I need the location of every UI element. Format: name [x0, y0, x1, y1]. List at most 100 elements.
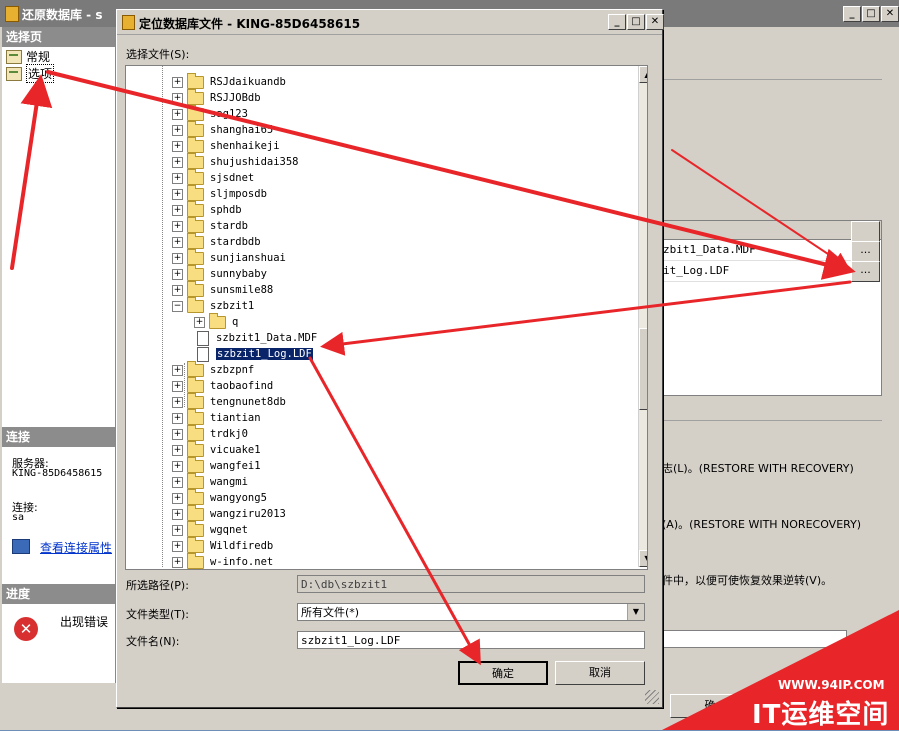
tree-item-label: wangfei1	[210, 460, 261, 472]
close-button[interactable]: ✕	[881, 6, 899, 22]
expand-icon[interactable]: +	[172, 412, 183, 424]
page-item-options[interactable]: 选项	[6, 64, 55, 83]
database-icon	[122, 15, 135, 30]
tree-item-label: stardbdb	[210, 236, 261, 248]
dialog-minimize-button[interactable]: _	[608, 14, 626, 30]
expand-icon[interactable]: +	[172, 204, 183, 216]
database-icon	[5, 6, 19, 22]
tree-item-label: q	[232, 316, 239, 328]
dialog-titlebar[interactable]: 定位数据库文件 - KING-85D6458615 _ □ ✕	[117, 10, 664, 35]
expand-icon[interactable]: +	[172, 236, 183, 248]
restore-window-controls: _ □ ✕	[843, 6, 899, 22]
expand-icon[interactable]: +	[172, 220, 183, 232]
folder-icon	[187, 120, 204, 137]
tree-item-label: sunjianshuai	[210, 252, 286, 264]
expand-icon[interactable]: +	[172, 476, 183, 488]
tree-folder[interactable]: + wgqnet	[172, 520, 248, 538]
tree-folder[interactable]: + sjsdnet	[172, 168, 254, 186]
expand-icon[interactable]: +	[172, 460, 183, 472]
expand-icon[interactable]: +	[172, 364, 183, 376]
expand-icon[interactable]: +	[172, 252, 183, 264]
expand-icon[interactable]: +	[172, 524, 183, 536]
expand-icon[interactable]: +	[172, 124, 183, 136]
expand-icon[interactable]: +	[172, 540, 183, 552]
tree-folder[interactable]: + wangmi	[172, 472, 248, 490]
expand-icon[interactable]: +	[172, 156, 183, 168]
selected-path-label: 所选路径(P):	[126, 579, 189, 592]
tree-item-label: sljmposdb	[210, 188, 267, 200]
file-type-select[interactable]: 所有文件(*) ▼	[297, 603, 645, 621]
expand-icon[interactable]: +	[172, 556, 183, 568]
tree-file[interactable]: szbzit1_Log.LDF	[194, 346, 313, 362]
expand-icon[interactable]: +	[172, 108, 183, 120]
tree-folder[interactable]: + stardb	[172, 216, 248, 234]
expand-icon[interactable]: +	[172, 444, 183, 456]
folder-icon	[187, 264, 204, 281]
expand-icon[interactable]: +	[172, 76, 183, 88]
folder-icon	[187, 104, 204, 121]
tree-folder[interactable]: + trdkj0	[172, 424, 248, 442]
browse-log-file-button[interactable]: ...	[851, 261, 880, 282]
expand-icon[interactable]: +	[172, 92, 183, 104]
tree-item-label: shujushidai358	[210, 156, 299, 168]
scroll-thumb[interactable]	[639, 328, 647, 410]
view-connection-properties-link[interactable]: 查看连接属性	[40, 539, 112, 556]
resize-grip-icon[interactable]	[645, 690, 659, 704]
folder-icon	[187, 136, 204, 153]
tree-folder[interactable]: + wangfei1	[172, 456, 261, 474]
folder-icon	[187, 552, 204, 569]
tree-folder[interactable]: + q	[194, 312, 239, 330]
expand-icon[interactable]: +	[172, 268, 183, 280]
grid-row[interactable]: zbit1_Data.MDF	[661, 240, 853, 261]
expand-icon[interactable]: +	[172, 428, 183, 440]
separator	[660, 79, 882, 80]
scroll-down-button[interactable]: ▼	[639, 550, 647, 567]
locate-database-files-dialog: 定位数据库文件 - KING-85D6458615 _ □ ✕ 选择文件(S):…	[116, 9, 664, 708]
ok-button[interactable]: 确定	[458, 661, 548, 685]
dialog-maximize-button[interactable]: □	[627, 14, 645, 30]
chevron-down-icon[interactable]: ▼	[627, 604, 644, 620]
dialog-close-button[interactable]: ✕	[646, 14, 664, 30]
cancel-button[interactable]: 取消	[555, 661, 645, 685]
folder-icon	[209, 312, 226, 329]
expand-icon[interactable]: +	[172, 188, 183, 200]
expand-icon[interactable]: +	[172, 172, 183, 184]
expand-icon[interactable]: +	[172, 140, 183, 152]
tree-folder[interactable]: + w-info.net	[172, 552, 273, 569]
dialog-title: 定位数据库文件 - KING-85D6458615	[139, 17, 361, 31]
tree-folder[interactable]: + stardbdb	[172, 232, 261, 250]
expand-icon[interactable]: +	[172, 508, 183, 520]
tree-scrollbar[interactable]: ▲ ▼	[638, 66, 647, 567]
expand-icon[interactable]: +	[172, 380, 183, 392]
tree-folder[interactable]: + sag123	[172, 104, 248, 122]
tree-folder[interactable]: + vicuake1	[172, 440, 261, 458]
minimize-button[interactable]: _	[843, 6, 861, 22]
tree-folder[interactable]: + RSJJOBdb	[172, 88, 261, 106]
scroll-up-button[interactable]: ▲	[639, 66, 647, 83]
folder-icon	[187, 504, 204, 521]
page-item-general[interactable]: 常规	[6, 48, 50, 65]
tree-guide-line	[162, 66, 163, 567]
restore-files-grid: zbit1_Data.MDF it_Log.LDF	[660, 220, 882, 396]
tree-file[interactable]: szbzit1_Data.MDF	[194, 330, 317, 346]
connection-properties-icon	[12, 539, 30, 554]
tree-folder[interactable]: + szbzpnf	[172, 360, 254, 378]
expand-icon[interactable]: +	[172, 492, 183, 504]
file-tree[interactable]: + RSJdaikuandb + RSJJOBdb + sag123 + shanghai65…	[125, 65, 648, 570]
expand-icon[interactable]: +	[194, 316, 205, 328]
collapse-icon[interactable]: −	[172, 300, 183, 312]
tree-folder[interactable]: + tiantian	[172, 408, 261, 426]
maximize-button[interactable]: □	[862, 6, 880, 22]
file-name-input[interactable]: szbzit1_Log.LDF	[297, 631, 645, 649]
tree-item-label: RSJdaikuandb	[210, 76, 286, 88]
tree-item-label: stardb	[210, 220, 248, 232]
tree-folder[interactable]: + sphdb	[172, 200, 242, 218]
grid-cell-path: zbit1_Data.MDF	[663, 243, 756, 256]
expand-icon[interactable]: +	[172, 396, 183, 408]
browse-data-file-button[interactable]: ...	[851, 241, 880, 262]
dialog-window-controls: _ □ ✕	[608, 14, 664, 30]
folder-icon	[187, 488, 204, 505]
folder-icon	[187, 424, 204, 441]
grid-row[interactable]: it_Log.LDF	[661, 261, 853, 282]
expand-icon[interactable]: +	[172, 284, 183, 296]
